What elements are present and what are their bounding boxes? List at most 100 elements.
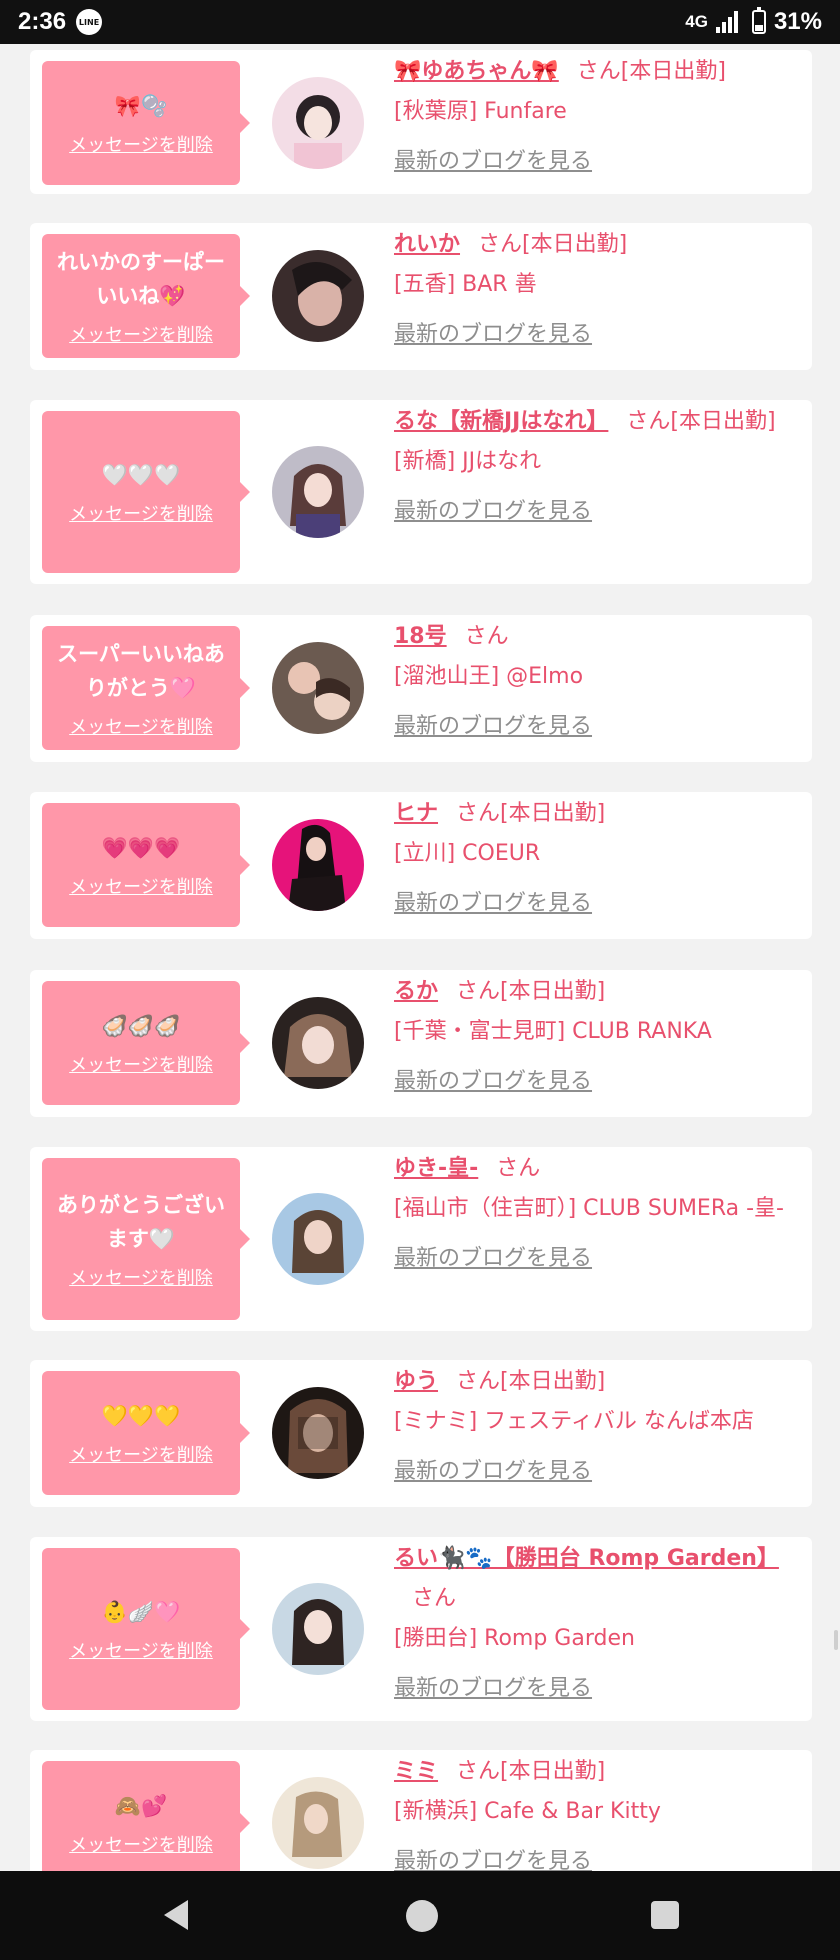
shop-name: [千葉・富士見町] CLUB RANKA [394,1019,712,1044]
cast-name-link[interactable]: 18号 [394,624,447,649]
list-item: 💗💗💗 メッセージを削除 ヒナ さん[本日出勤] [立川] COEUR 最新のブロ… [30,792,812,939]
shop-name: [新橋] JJはなれ [394,449,542,474]
delete-message-link[interactable]: メッセージを削除 [69,321,213,347]
cast-info: るか さん[本日出勤] [千葉・富士見町] CLUB RANKA 最新のブログを見… [394,972,794,1102]
avatar[interactable] [272,1387,364,1479]
avatar[interactable] [272,642,364,734]
latest-blog-link[interactable]: 最新のブログを見る [394,1669,794,1709]
delete-message-link[interactable]: メッセージを削除 [69,1441,213,1467]
recent-apps-icon[interactable] [651,1901,679,1929]
cast-name-link[interactable]: れいか [394,232,460,257]
name-line: ミミ さん[本日出勤] [394,1752,794,1792]
cast-status: さん[本日出勤] [576,59,726,84]
shop-name: [勝田台] Romp Garden [394,1626,635,1651]
cast-status: さん[本日出勤] [456,979,606,1004]
list-item: 🤍🤍🤍 メッセージを削除 るな【新橋JJはなれ】 さん[本日出勤] [新橋] JJ… [30,400,812,584]
latest-blog-link[interactable]: 最新のブログを見る [394,707,794,747]
list-item: 👶🪽🩷 メッセージを削除 るい🐈‍⬛🐾【勝田台 Romp Garden】さん [… [30,1537,812,1721]
latest-blog-link[interactable]: 最新のブログを見る [394,492,794,532]
shop-name: [五香] BAR 善 [394,272,537,297]
latest-blog-link[interactable]: 最新のブログを見る [394,1452,794,1492]
latest-blog-link[interactable]: 最新のブログを見る [394,315,794,355]
message-bubble: れいかのすーぱーいいね💖 メッセージを削除 [42,234,250,358]
message-text: 👶🪽🩷 [101,1600,181,1624]
battery-icon [751,7,766,34]
cast-name-link[interactable]: 🎀ゆあちゃん🎀 [394,59,559,84]
avatar[interactable] [272,1777,364,1869]
home-icon[interactable] [406,1900,438,1932]
list-item: ありがとうございます🤍 メッセージを削除 ゆき-皇- さん [福山市（住吉町）] … [30,1147,812,1331]
avatar[interactable] [272,250,364,342]
message-text: 🙈💕 [114,1794,168,1818]
cast-name-link[interactable]: ミミ [394,1759,438,1784]
shop-name: [溜池山王] @Elmo [394,664,584,689]
message-bubble: 🦪🦪🦪 メッセージを削除 [42,981,250,1105]
avatar[interactable] [272,997,364,1089]
latest-blog-link[interactable]: 最新のブログを見る [394,1062,794,1102]
message-bubble: 💛💛💛 メッセージを削除 [42,1371,250,1495]
cast-info: るな【新橋JJはなれ】 さん[本日出勤] [新橋] JJはなれ 最新のブログを見る [394,402,794,532]
message-text: 🤍🤍🤍 [101,463,181,487]
cast-name-link[interactable]: ヒナ [394,801,438,826]
shop-name: [福山市（住吉町）] CLUB SUMERa -皇- [394,1196,784,1221]
status-bar: 2:36 LINE 4G 31% [0,0,840,44]
scrollbar[interactable] [834,1630,838,1650]
avatar[interactable] [272,1583,364,1675]
message-bubble: 👶🪽🩷 メッセージを削除 [42,1548,250,1710]
battery-percent: 31% [773,8,822,35]
shop-name: [新横浜] Cafe & Bar Kitty [394,1799,661,1824]
message-text: 🦪🦪🦪 [101,1014,181,1038]
name-line: 🎀ゆあちゃん🎀 さん[本日出勤] [394,52,794,92]
latest-blog-link[interactable]: 最新のブログを見る [394,1239,794,1279]
message-bubble: 💗💗💗 メッセージを削除 [42,803,250,927]
message-text: 💗💗💗 [101,836,181,860]
shop-name: [ミナミ] フェスティバル なんば本店 [394,1409,754,1434]
back-icon[interactable] [164,1900,188,1930]
cast-status: さん[本日出勤] [456,1369,606,1394]
network-type: 4G [685,12,708,31]
cast-status: さん [464,624,509,649]
latest-blog-link[interactable]: 最新のブログを見る [394,884,794,924]
cast-info: 18号 さん [溜池山王] @Elmo 最新のブログを見る [394,617,794,747]
cast-name-link[interactable]: ゆき-皇- [394,1156,478,1181]
name-line: れいか さん[本日出勤] [394,225,794,265]
name-line: るな【新橋JJはなれ】 さん[本日出勤] [394,402,794,442]
cast-name-link[interactable]: るか [394,979,438,1004]
delete-message-link[interactable]: メッセージを削除 [69,1051,213,1077]
avatar[interactable] [272,77,364,169]
avatar[interactable] [272,1193,364,1285]
list-item: 💛💛💛 メッセージを削除 ゆう さん[本日出勤] [ミナミ] フェスティバル なん… [30,1360,812,1507]
name-line: るか さん[本日出勤] [394,972,794,1012]
status-right: 4G 31% [685,7,822,36]
message-text: れいかのすーぱーいいね💖 [57,250,225,308]
name-line: ゆき-皇- さん [394,1149,794,1189]
cast-status: さん [412,1586,457,1611]
cast-name-link[interactable]: るい🐈‍⬛🐾【勝田台 Romp Garden】 [394,1546,779,1571]
message-bubble: 🤍🤍🤍 メッセージを削除 [42,411,250,573]
cast-name-link[interactable]: ゆう [394,1369,438,1394]
delete-message-link[interactable]: メッセージを削除 [69,131,213,157]
name-line: ゆう さん[本日出勤] [394,1362,794,1402]
cast-status: さん[本日出勤] [456,1759,606,1784]
signal-icon [715,11,738,33]
message-bubble: スーパーいいねありがとう🩷 メッセージを削除 [42,626,250,750]
delete-message-link[interactable]: メッセージを削除 [69,873,213,899]
cast-name-link[interactable]: るな【新橋JJはなれ】 [394,409,608,434]
cast-status: さん[本日出勤] [456,801,606,826]
delete-message-link[interactable]: メッセージを削除 [69,1637,213,1663]
list-item: れいかのすーぱーいいね💖 メッセージを削除 れいか さん[本日出勤] [五香] B… [30,223,812,370]
delete-message-link[interactable]: メッセージを削除 [69,500,213,526]
avatar[interactable] [272,446,364,538]
cast-info: るい🐈‍⬛🐾【勝田台 Romp Garden】さん [勝田台] Romp Gar… [394,1539,794,1709]
line-app-icon: LINE [76,9,103,35]
list-item: 🎀🫧 メッセージを削除 🎀ゆあちゃん🎀 さん[本日出勤] [秋葉原] Funfar… [30,50,812,194]
shop-name: [立川] COEUR [394,841,541,866]
avatar[interactable] [272,819,364,911]
cast-info: ミミ さん[本日出勤] [新横浜] Cafe & Bar Kitty 最新のブログ… [394,1752,794,1882]
delete-message-link[interactable]: メッセージを削除 [69,1264,213,1290]
message-bubble: 🎀🫧 メッセージを削除 [42,61,250,185]
delete-message-link[interactable]: メッセージを削除 [69,1831,213,1857]
latest-blog-link[interactable]: 最新のブログを見る [394,142,794,182]
name-line: るい🐈‍⬛🐾【勝田台 Romp Garden】さん [394,1539,794,1619]
delete-message-link[interactable]: メッセージを削除 [69,713,213,739]
